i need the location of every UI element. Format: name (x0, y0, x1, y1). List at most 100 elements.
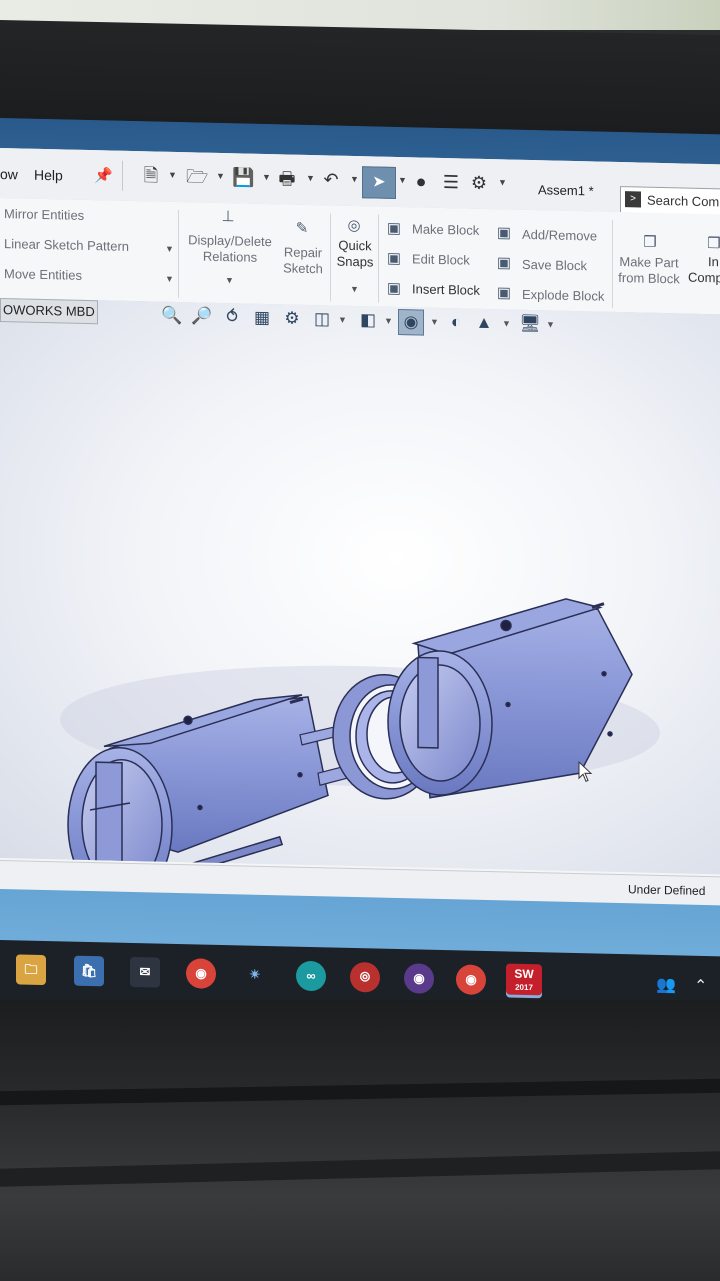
pin-icon[interactable]: 📌 (94, 166, 113, 184)
solidworks-badge: SW (514, 966, 534, 982)
make-block-button[interactable]: Make Block (412, 221, 479, 238)
chevron-down-icon[interactable]: ▼ (165, 244, 174, 254)
chevron-down-icon[interactable]: ▼ (502, 318, 511, 328)
tab-solidworks-mbd[interactable]: OWORKS MBD (0, 298, 98, 325)
chevron-down-icon[interactable]: ▼ (225, 275, 234, 285)
chevron-up-icon[interactable]: ⌃ (694, 976, 707, 996)
insert-block-icon: ▣ (386, 279, 402, 298)
chevron-down-icon[interactable]: ▼ (306, 173, 315, 183)
chevron-down-icon[interactable]: ▼ (498, 177, 507, 187)
hide-show-items-icon[interactable]: ◉ (398, 309, 424, 336)
display-style-icon[interactable]: ◧ (356, 308, 380, 333)
chevron-down-icon[interactable]: ▼ (546, 319, 555, 329)
edit-block-button[interactable]: Edit Block (412, 251, 470, 267)
chevron-down-icon[interactable]: ▼ (350, 174, 359, 184)
zoom-to-fit-icon[interactable]: 🔍 (160, 304, 184, 329)
section-view-icon[interactable]: ▦ (250, 306, 274, 331)
display-delete-relations-line1[interactable]: Display/Delete (186, 232, 274, 249)
zoom-to-area-icon[interactable]: 🔎 (190, 304, 214, 329)
file-properties-icon[interactable]: ☰ (440, 170, 462, 194)
chrome-icon[interactable]: ◉ (456, 964, 486, 996)
ribbon-separator (378, 214, 379, 303)
chrome-icon[interactable]: ◉ (186, 958, 216, 989)
display-delete-relations-line2[interactable]: Relations (186, 248, 274, 265)
network-app-icon[interactable]: ✴ (240, 959, 270, 991)
toolbar-separator (122, 160, 123, 191)
monitor-screen: ow Help 📌 🗎 ▼ 🗁 ▼ 💾 ▼ 🖶 ▼ ↶ ▼ ➤ ▼ ● ☰ ⚙ … (0, 118, 720, 1027)
chevron-down-icon[interactable]: ▼ (384, 316, 393, 326)
add-remove-button[interactable]: Add/Remove (522, 227, 597, 244)
make-part-line1[interactable]: Make Part (616, 254, 682, 270)
ribbon-separator (330, 213, 331, 302)
ribbon-separator (178, 210, 179, 299)
insert-components-icon: ❒ (707, 235, 720, 253)
chevron-down-icon[interactable]: ▼ (430, 317, 439, 327)
assembly-model[interactable] (0, 298, 720, 905)
open-folder-icon[interactable]: 🗁 (186, 164, 208, 188)
print-icon[interactable]: 🖶 (276, 166, 298, 190)
edit-block-icon: ▣ (386, 249, 402, 268)
store-icon[interactable]: 🛍 (74, 955, 104, 987)
search-placeholder: Search Comm (647, 192, 720, 210)
search-icon: > (625, 191, 641, 208)
solidworks-taskbar-icon[interactable]: SW 2017 (506, 963, 542, 999)
tab-label: OWORKS MBD (3, 302, 95, 320)
options-gear-icon[interactable]: ⚙ (468, 171, 490, 195)
chevron-down-icon[interactable]: ▼ (350, 284, 359, 294)
document-title: Assem1 * (538, 182, 594, 199)
sketch-status: Under Defined (628, 882, 706, 899)
new-document-icon[interactable]: 🗎 (140, 163, 162, 187)
make-part-line2[interactable]: from Block (616, 270, 682, 286)
display-relations-icon: ⊥ (221, 208, 235, 226)
quick-snaps-line1[interactable]: Quick (334, 238, 376, 254)
chevron-down-icon[interactable]: ▼ (398, 175, 407, 185)
mouse-cursor-icon (578, 761, 593, 782)
menu-help[interactable]: Help (34, 167, 63, 184)
mirror-entities-button[interactable]: Mirror Entities (4, 206, 84, 223)
apply-scene-icon[interactable]: ▲ (472, 311, 496, 336)
people-icon[interactable]: 👥 (656, 975, 676, 995)
repair-sketch-line1[interactable]: Repair (280, 244, 326, 260)
save-block-button[interactable]: Save Block (522, 257, 587, 273)
add-remove-block-icon: ▣ (496, 224, 512, 242)
chevron-down-icon[interactable]: ▼ (168, 170, 177, 180)
ribbon-separator (612, 219, 613, 308)
view-settings-icon[interactable]: 🖥 (518, 312, 542, 337)
command-manager-ribbon: Mirror Entities Linear Sketch Pattern ▼ … (0, 198, 720, 316)
solidworks-year: 2017 (515, 982, 533, 993)
save-icon[interactable]: 💾 (232, 165, 254, 189)
right-housing[interactable] (387, 595, 633, 803)
chevron-down-icon[interactable]: ▼ (165, 274, 174, 284)
insert-components-line2[interactable]: Comp (688, 270, 720, 286)
insert-components-line1[interactable]: In (708, 254, 719, 269)
make-block-icon: ▣ (386, 219, 402, 238)
move-entities-button[interactable]: Move Entities (4, 266, 82, 283)
repair-sketch-line2[interactable]: Sketch (280, 260, 326, 276)
app-icon[interactable]: ◉ (404, 963, 434, 994)
chevron-down-icon[interactable]: ▼ (338, 315, 347, 325)
app-icon[interactable]: ⦾ (350, 961, 380, 993)
quick-snaps-line2[interactable]: Snaps (334, 254, 376, 270)
linear-sketch-pattern-button[interactable]: Linear Sketch Pattern (4, 236, 129, 254)
dynamic-annotation-icon[interactable]: ⚙ (280, 306, 304, 331)
chevron-down-icon[interactable]: ▼ (262, 172, 271, 182)
edit-appearance-icon[interactable]: ◐ (444, 310, 468, 335)
select-tool-button[interactable]: ➤ (362, 166, 396, 199)
mail-icon[interactable]: ✉ (130, 956, 160, 988)
insert-block-button[interactable]: Insert Block (412, 281, 480, 298)
save-block-icon: ▣ (496, 254, 512, 272)
repair-sketch-icon: ✎ (295, 219, 309, 237)
file-explorer-icon[interactable]: 🗀 (16, 954, 46, 986)
view-orientation-icon[interactable]: ◫ (310, 307, 334, 332)
chevron-down-icon[interactable]: ▼ (216, 171, 225, 181)
solidworks-window: ow Help 📌 🗎 ▼ 🗁 ▼ 💾 ▼ 🖶 ▼ ↶ ▼ ➤ ▼ ● ☰ ⚙ … (0, 148, 720, 906)
monitor-bezel-bottom (0, 1000, 720, 1281)
graphics-viewport[interactable] (0, 298, 720, 905)
make-part-from-block-icon: ❒ (643, 233, 657, 251)
undo-icon[interactable]: ↶ (320, 167, 342, 191)
previous-view-icon[interactable]: ⥀ (220, 305, 244, 330)
explode-block-button[interactable]: Explode Block (522, 287, 604, 304)
menu-window[interactable]: ow (0, 166, 18, 182)
traffic-light-icon[interactable]: ● (410, 169, 432, 193)
arduino-icon[interactable]: ∞ (296, 960, 326, 992)
